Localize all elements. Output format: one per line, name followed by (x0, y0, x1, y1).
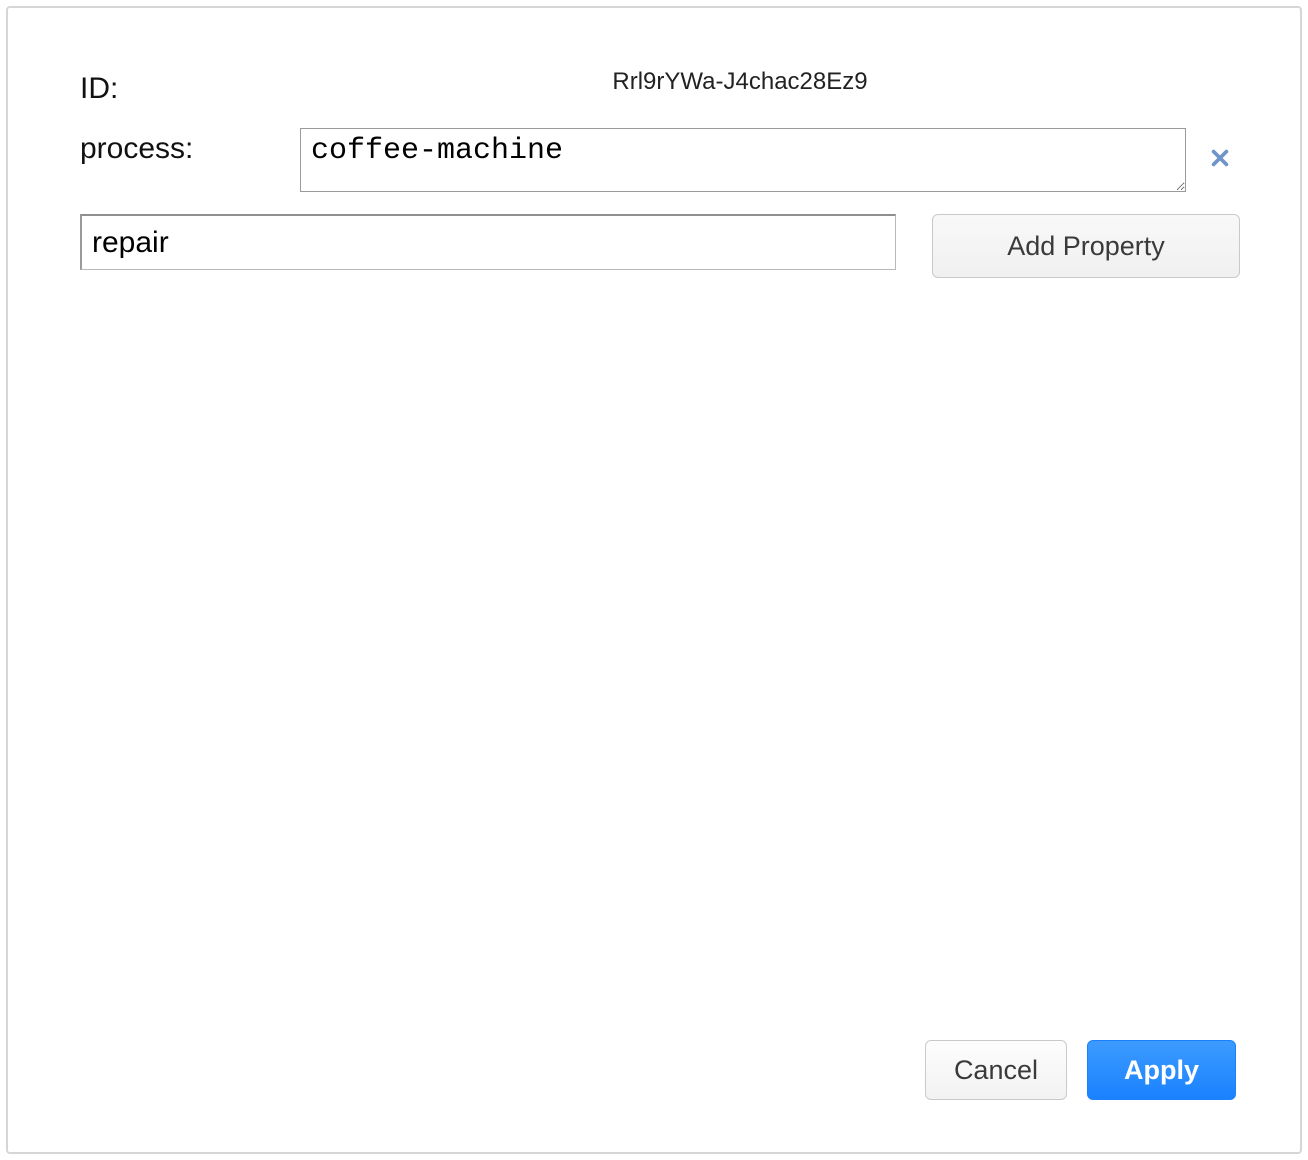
id-value: Rrl9rYWa-J4chac28Ez9 (300, 68, 1240, 96)
form-area: ID: Rrl9rYWa-J4chac28Ez9 process: (80, 68, 1240, 278)
process-textarea[interactable] (300, 128, 1186, 192)
cancel-button[interactable]: Cancel (925, 1040, 1067, 1100)
close-icon (1209, 147, 1231, 174)
add-property-button[interactable]: Add Property (932, 214, 1240, 278)
process-value-wrap (300, 128, 1240, 192)
process-row: process: (80, 128, 1240, 192)
id-label: ID: (80, 68, 300, 106)
remove-property-button[interactable] (1200, 140, 1240, 180)
add-property-row: Add Property (80, 214, 1240, 278)
id-value-wrap: Rrl9rYWa-J4chac28Ez9 (300, 68, 1240, 96)
footer: Cancel Apply (80, 1040, 1240, 1104)
new-property-input[interactable] (80, 214, 896, 270)
edit-panel: ID: Rrl9rYWa-J4chac28Ez9 process: (6, 6, 1302, 1154)
apply-button[interactable]: Apply (1087, 1040, 1236, 1100)
id-row: ID: Rrl9rYWa-J4chac28Ez9 (80, 68, 1240, 106)
process-label: process: (80, 128, 300, 166)
spacer (80, 278, 1240, 1040)
